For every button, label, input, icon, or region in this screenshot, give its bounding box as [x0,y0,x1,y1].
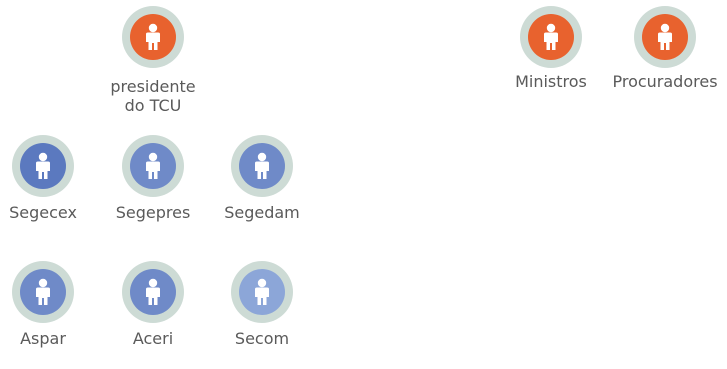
avatar-badge [12,261,74,323]
node-label: Segedam [224,203,300,222]
person-icon [130,14,176,60]
node-label: presidente do TCU [110,77,196,115]
avatar-badge [520,6,582,68]
avatar-badge [122,135,184,197]
person-icon [130,143,176,189]
node-presidente: presidente do TCU [88,6,218,117]
avatar-badge [231,261,293,323]
avatar-badge [122,261,184,323]
person-icon [239,269,285,315]
person-icon [130,269,176,315]
avatar-badge [12,135,74,197]
avatar-badge [231,135,293,197]
person-icon [20,143,66,189]
node-segedam: Segedam [197,135,327,243]
person-icon [20,269,66,315]
node-label: Procuradores [612,72,718,91]
avatar-badge [634,6,696,68]
node-secom: Secom [197,261,327,369]
person-icon [239,143,285,189]
person-icon [528,14,574,60]
avatar-badge [122,6,184,68]
node-procuradores: Procuradores [600,6,727,112]
person-icon [642,14,688,60]
node-ministros: Ministros [486,6,616,112]
node-label: Secom [234,329,290,348]
node-label: Ministros [515,72,587,91]
